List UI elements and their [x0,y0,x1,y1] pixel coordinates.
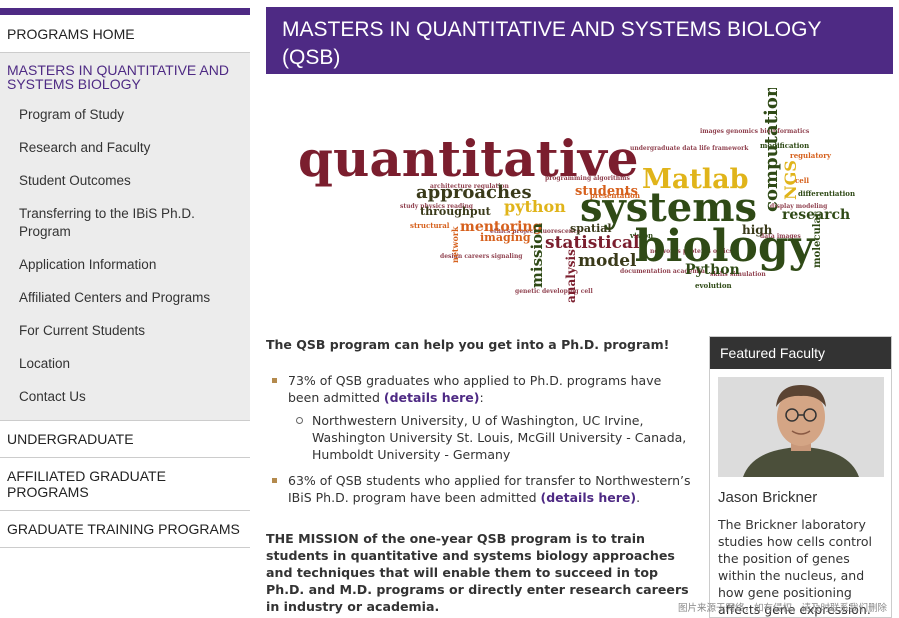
schools-item: Northwestern University, U of Washington… [296,412,696,463]
stat1-tail: : [479,390,484,405]
svg-text:evolution: evolution [695,281,732,290]
sidebar-nav: PROGRAMS HOME MASTERS IN QUANTITATIVE AN… [0,8,250,548]
sidebar-item-affiliated-centers[interactable]: Affiliated Centers and Programs [0,282,250,315]
svg-text:images genomics bioinformati: images genomics bioinformatics [700,128,810,135]
stat2-tail: . [636,490,641,505]
word-molecular: molecular [812,211,823,268]
list-item: 63% of QSB students who applied for tran… [272,472,696,506]
sidebar-item-student-outcomes[interactable]: Student Outcomes [0,165,250,198]
nav-programs-home[interactable]: PROGRAMS HOME [0,15,250,53]
word-high: high [742,223,773,237]
stats-list: 73% of QSB graduates who applied to Ph.D… [272,372,696,506]
sidebar-item-location[interactable]: Location [0,348,250,381]
word-imaging: imaging [480,231,531,244]
word-throughput: throughput [420,205,492,218]
nav-training-programs[interactable]: GRADUATE TRAINING PROGRAMS [0,511,250,548]
details-link-2[interactable]: (details here) [540,490,636,505]
svg-text:differentiation: differentiation [798,189,855,198]
sidebar-item-current-students[interactable]: For Current Students [0,315,250,348]
details-link-1[interactable]: (details here) [384,390,480,405]
word-network: network [450,226,460,263]
svg-text:undergraduate data life fram: undergraduate data life framework [630,145,749,152]
featured-faculty-heading: Featured Faculty [710,337,891,369]
svg-text:structural: structural [410,221,450,230]
faculty-photo[interactable] [718,377,884,477]
word-quantitative: quantitative [298,129,639,188]
sidebar-top-bar [0,8,250,15]
sidebar-item-research-faculty[interactable]: Research and Faculty [0,132,250,165]
nav-affiliated-programs[interactable]: AFFILIATED GRADUATE PROGRAMS [0,458,250,511]
nav-section-qsb: MASTERS IN QUANTITATIVE AND SYSTEMS BIOL… [0,53,250,421]
svg-text:regulatory: regulatory [790,151,832,160]
sidebar-item-transferring[interactable]: Transferring to the IBiS Ph.D. Program [0,198,250,249]
sidebar-item-application[interactable]: Application Information [0,249,250,282]
list-item: 73% of QSB graduates who applied to Ph.D… [272,372,696,463]
word-statistical: statistical [545,233,640,253]
sidebar-item-program-of-study[interactable]: Program of Study [0,99,250,132]
nav-undergraduate[interactable]: UNDERGRADUATE [0,421,250,458]
watermark-text: 图片来源于网络，如有侵权，请及时联系我们删除 [678,603,888,614]
word-computational: computational [761,88,782,212]
word-ngs: NGS [781,160,800,200]
sidebar-item-contact[interactable]: Contact Us [0,381,250,414]
faculty-name[interactable]: Jason Brickner [710,477,891,514]
word-python: Python [685,262,740,278]
schools-list: Northwestern University, U of Washington… [296,412,696,463]
nav-section-title[interactable]: MASTERS IN QUANTITATIVE AND SYSTEMS BIOL… [0,53,250,99]
word-python-small: python [504,197,566,216]
mission-statement: THE MISSION of the one-year QSB program … [266,531,689,614]
word-model: model [578,251,637,271]
lead-statement: The QSB program can help you get into a … [266,337,670,352]
word-mission: mission [528,223,546,288]
word-cloud-image: undergraduate data life framework images… [298,88,855,303]
svg-text:genetic developing cell: genetic developing cell [515,288,593,295]
featured-faculty-box: Featured Faculty Jason Brickner The Bric… [709,336,892,618]
word-analysis: analysis [564,249,578,303]
page-title: MASTERS IN QUANTITATIVE AND SYSTEMS BIOL… [266,7,893,74]
main-content: The QSB program can help you get into a … [266,336,696,615]
